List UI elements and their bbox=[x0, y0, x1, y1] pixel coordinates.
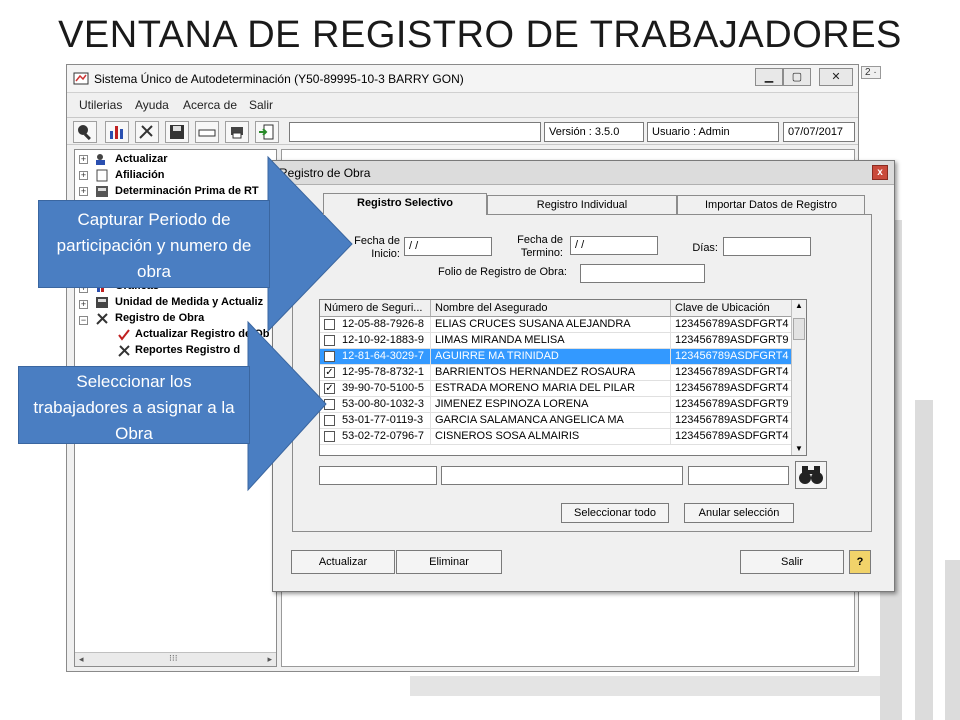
slide: VENTANA DE REGISTRO DE TRABAJADORES Sist… bbox=[0, 0, 960, 720]
tab-registro-selectivo[interactable]: Registro Selectivo bbox=[323, 193, 487, 215]
callout-arrow-2 bbox=[247, 320, 327, 492]
callout-seleccionar-trabajadores: Seleccionar los trabajadores a asignar a… bbox=[18, 366, 250, 444]
